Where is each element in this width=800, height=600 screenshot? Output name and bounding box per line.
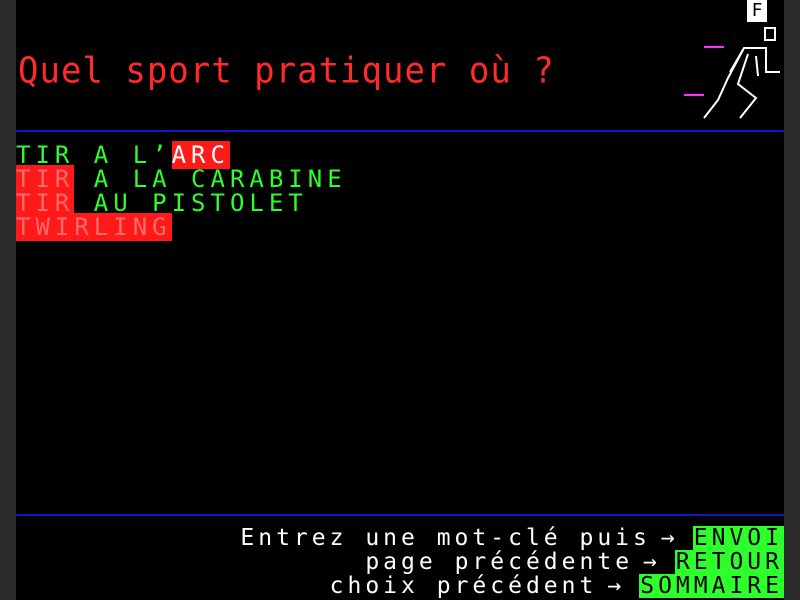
footer-instruction-text: page précédente (365, 549, 634, 575)
bottom-divider (16, 514, 784, 516)
footer-row-retour: page précédente → RETOUR (240, 550, 784, 574)
arrow-right-icon: → (643, 549, 661, 575)
running-person-icon (684, 27, 780, 119)
footer-instruction-text: Entrez une mot-clé puis (240, 525, 651, 551)
footer-row-envoi: Entrez une mot-clé puis → ENVOI (240, 526, 784, 550)
page-title: Quel sport pratiquer où ? (18, 50, 555, 92)
footer-row-sommaire: choix précédent → SOMMAIRE (240, 574, 784, 598)
page-corner-badge: F (747, 0, 767, 22)
result-item[interactable]: TIR A L’ARC (16, 141, 347, 169)
arrow-right-icon: → (607, 573, 626, 599)
result-text-highlight: TWIRLING (16, 213, 172, 241)
top-divider (16, 130, 784, 132)
result-item[interactable]: TIR A LA CARABINE (16, 165, 347, 193)
footer-instructions: Entrez une mot-clé puis → ENVOI page précé… (240, 526, 784, 598)
result-item[interactable]: TWIRLING (16, 213, 347, 241)
arrow-right-icon: → (660, 525, 679, 551)
footer-instruction-text: choix précédent (329, 573, 598, 599)
sommaire-key[interactable]: SOMMAIRE (639, 574, 784, 598)
envoi-key[interactable]: ENVOI (692, 526, 784, 550)
retour-key[interactable]: RETOUR (674, 550, 784, 574)
result-item[interactable]: TIR AU PISTOLET (16, 189, 347, 217)
minitel-screen: F Quel sport pratiquer où ? TIR A L’ARC T… (16, 0, 784, 600)
results-list: TIR A L’ARC TIR A LA CARABINE TIR AU PISTO… (16, 141, 347, 241)
